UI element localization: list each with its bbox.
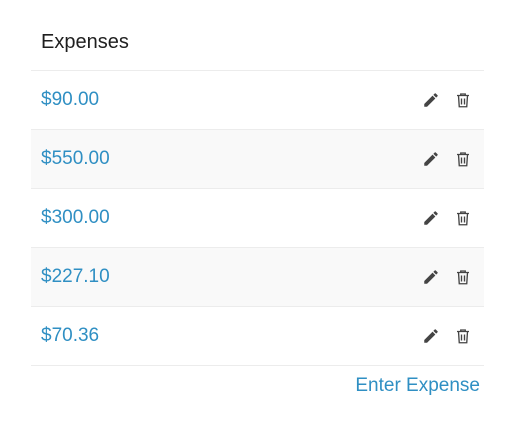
expense-amount-link[interactable]: $227.10: [41, 266, 110, 288]
pencil-icon[interactable]: [422, 150, 440, 168]
card-header: Expenses: [31, 14, 484, 71]
trash-icon[interactable]: [454, 91, 472, 109]
expense-amount-link[interactable]: $550.00: [41, 148, 110, 170]
row-actions: [422, 268, 472, 286]
expense-row: $550.00: [31, 130, 484, 189]
row-actions: [422, 91, 472, 109]
expense-amount-link[interactable]: $90.00: [41, 89, 99, 111]
expense-row: $70.36: [31, 307, 484, 366]
trash-icon[interactable]: [454, 150, 472, 168]
expense-amount-link[interactable]: $300.00: [41, 207, 110, 229]
enter-expense-link[interactable]: Enter Expense: [355, 375, 480, 397]
row-actions: [422, 209, 472, 227]
expense-amount-link[interactable]: $70.36: [41, 325, 99, 347]
card-title: Expenses: [41, 30, 129, 53]
pencil-icon[interactable]: [422, 268, 440, 286]
pencil-icon[interactable]: [422, 327, 440, 345]
expense-row: $227.10: [31, 248, 484, 307]
expense-row: $90.00: [31, 71, 484, 130]
expense-row: $300.00: [31, 189, 484, 248]
trash-icon[interactable]: [454, 327, 472, 345]
trash-icon[interactable]: [454, 268, 472, 286]
card-footer: Enter Expense: [31, 366, 484, 406]
trash-icon[interactable]: [454, 209, 472, 227]
pencil-icon[interactable]: [422, 209, 440, 227]
row-actions: [422, 150, 472, 168]
pencil-icon[interactable]: [422, 91, 440, 109]
row-actions: [422, 327, 472, 345]
expenses-card: Expenses $90.00 $550.00 $300.00 $227.10 …: [31, 14, 484, 406]
expense-list: $90.00 $550.00 $300.00 $227.10 $70.36: [31, 71, 484, 366]
